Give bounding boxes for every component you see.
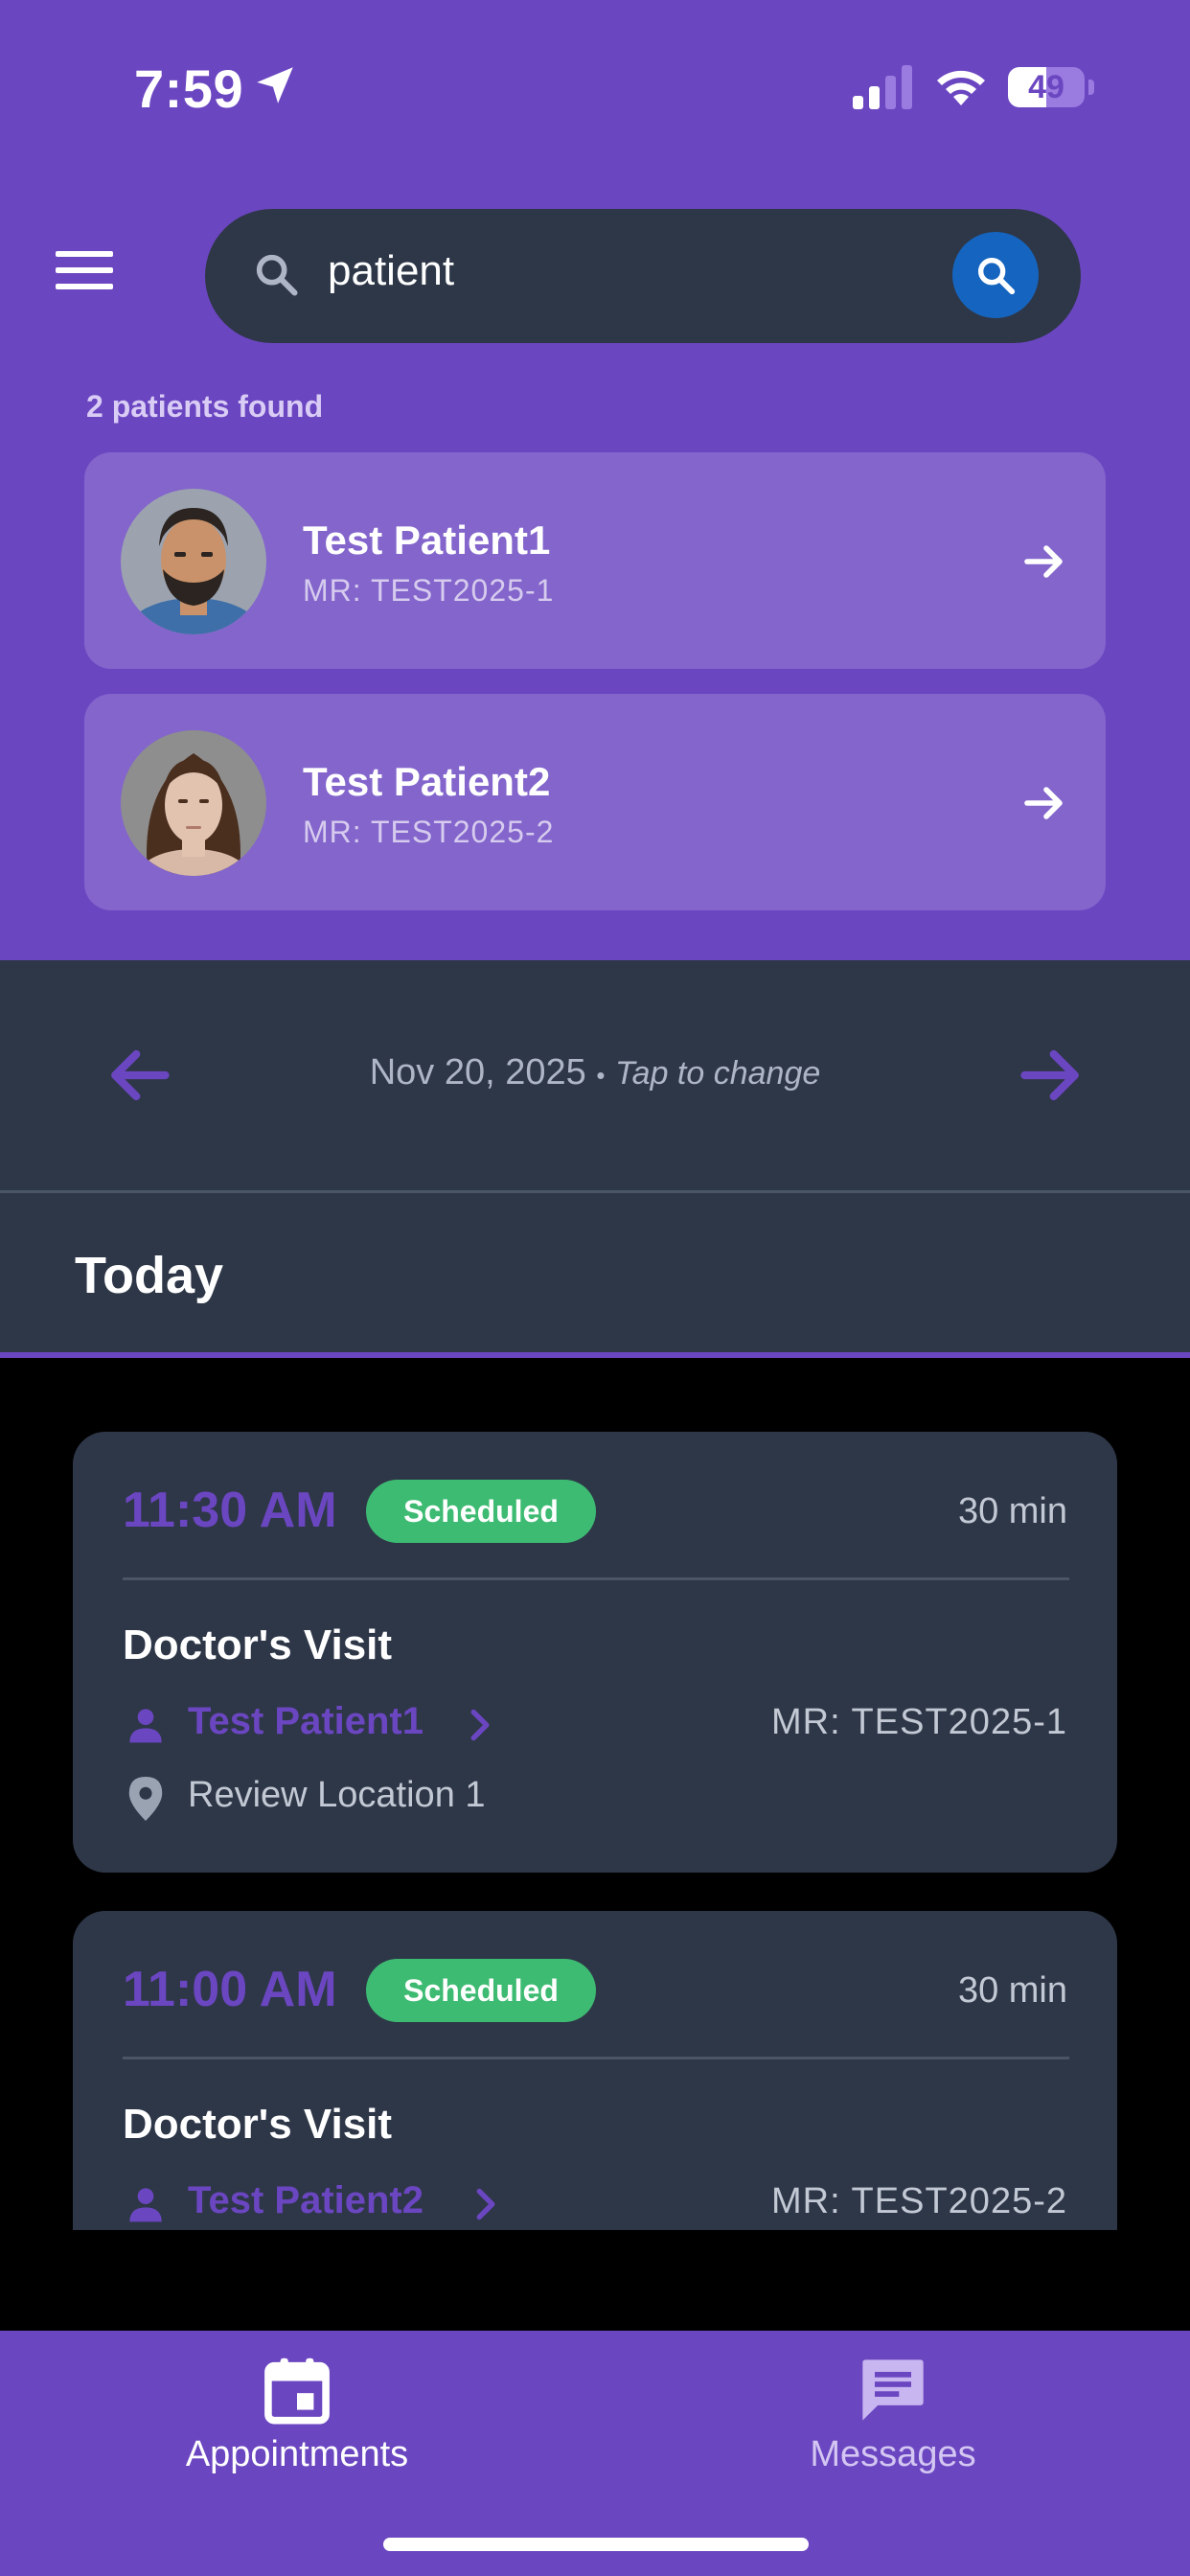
hamburger-menu-icon[interactable] — [56, 251, 113, 289]
next-day-arrow-icon[interactable] — [1019, 1048, 1083, 1102]
patient-mr: MR: TEST2025-1 — [303, 573, 555, 608]
tab-label: Appointments — [185, 2434, 409, 2474]
status-badge: Scheduled — [366, 1959, 596, 2022]
calendar-icon — [264, 2358, 330, 2425]
appointment-location: Review Location 1 — [188, 1775, 486, 1815]
wifi-icon — [937, 70, 985, 105]
location-pin-icon — [128, 1777, 163, 1821]
location-arrow-icon — [257, 67, 293, 104]
person-icon — [129, 1709, 162, 1743]
battery-indicator: 49 — [1008, 67, 1094, 107]
message-icon — [862, 2359, 924, 2421]
appointment-patient-link[interactable]: Test Patient1 — [188, 1700, 423, 1743]
battery-level: 49 — [1028, 69, 1064, 105]
home-indicator — [383, 2538, 809, 2551]
results-count: 2 patients found — [86, 389, 324, 424]
chevron-right-icon — [470, 1709, 490, 1741]
cellular-signal-icon — [853, 65, 912, 109]
status-badge: Scheduled — [366, 1480, 596, 1543]
tab-label: Messages — [810, 2434, 976, 2474]
avatar — [121, 730, 266, 876]
patient-result-card[interactable]: Test Patient2 MR: TEST2025-2 — [84, 694, 1106, 910]
search-icon — [256, 254, 298, 296]
chevron-right-icon — [476, 2188, 495, 2220]
date-separator: • — [596, 1061, 606, 1090]
divider — [123, 1577, 1069, 1580]
selected-date: Nov 20, 2025 — [369, 1052, 586, 1092]
arrow-right-icon — [1024, 787, 1063, 819]
date-hint: Tap to change — [615, 1055, 821, 1092]
patient-name: Test Patient1 — [303, 518, 551, 563]
appointment-duration: 30 min — [957, 1491, 1067, 1531]
date-selector[interactable]: Nov 20, 2025 • Tap to change — [0, 1052, 1190, 1093]
patient-mr: MR: TEST2025-2 — [303, 815, 555, 849]
search-input[interactable]: patient — [328, 247, 454, 295]
appointment-title: Doctor's Visit — [123, 1622, 393, 1668]
appointment-duration: 30 min — [957, 1970, 1067, 2011]
appointment-title: Doctor's Visit — [123, 2101, 393, 2148]
tab-appointments[interactable]: Appointments — [105, 2354, 489, 2475]
patient-name: Test Patient2 — [303, 759, 551, 804]
divider — [123, 2057, 1069, 2059]
appointment-mr: MR: TEST2025-2 — [771, 2181, 1067, 2221]
appointment-time: 11:00 AM — [123, 1962, 337, 2017]
search-icon — [977, 257, 1016, 295]
person-icon — [129, 2188, 162, 2222]
appointment-card[interactable]: 11:00 AM Scheduled 30 min Doctor's Visit… — [73, 1911, 1117, 2230]
appointment-time: 11:30 AM — [123, 1483, 337, 1538]
appointment-patient-link[interactable]: Test Patient2 — [188, 2179, 423, 2222]
appointment-mr: MR: TEST2025-1 — [771, 1702, 1067, 1742]
appointment-list[interactable]: 11:30 AM Scheduled 30 min Doctor's Visit… — [0, 1358, 1190, 2230]
status-time: 7:59 — [134, 58, 244, 119]
search-button[interactable] — [952, 232, 1039, 318]
patient-result-card[interactable]: Test Patient1 MR: TEST2025-1 — [84, 452, 1106, 669]
arrow-right-icon — [1024, 545, 1063, 578]
appointment-card[interactable]: 11:30 AM Scheduled 30 min Doctor's Visit… — [73, 1432, 1117, 1873]
section-title: Today — [75, 1247, 224, 1304]
avatar — [121, 489, 266, 634]
tab-messages[interactable]: Messages — [701, 2354, 1085, 2475]
